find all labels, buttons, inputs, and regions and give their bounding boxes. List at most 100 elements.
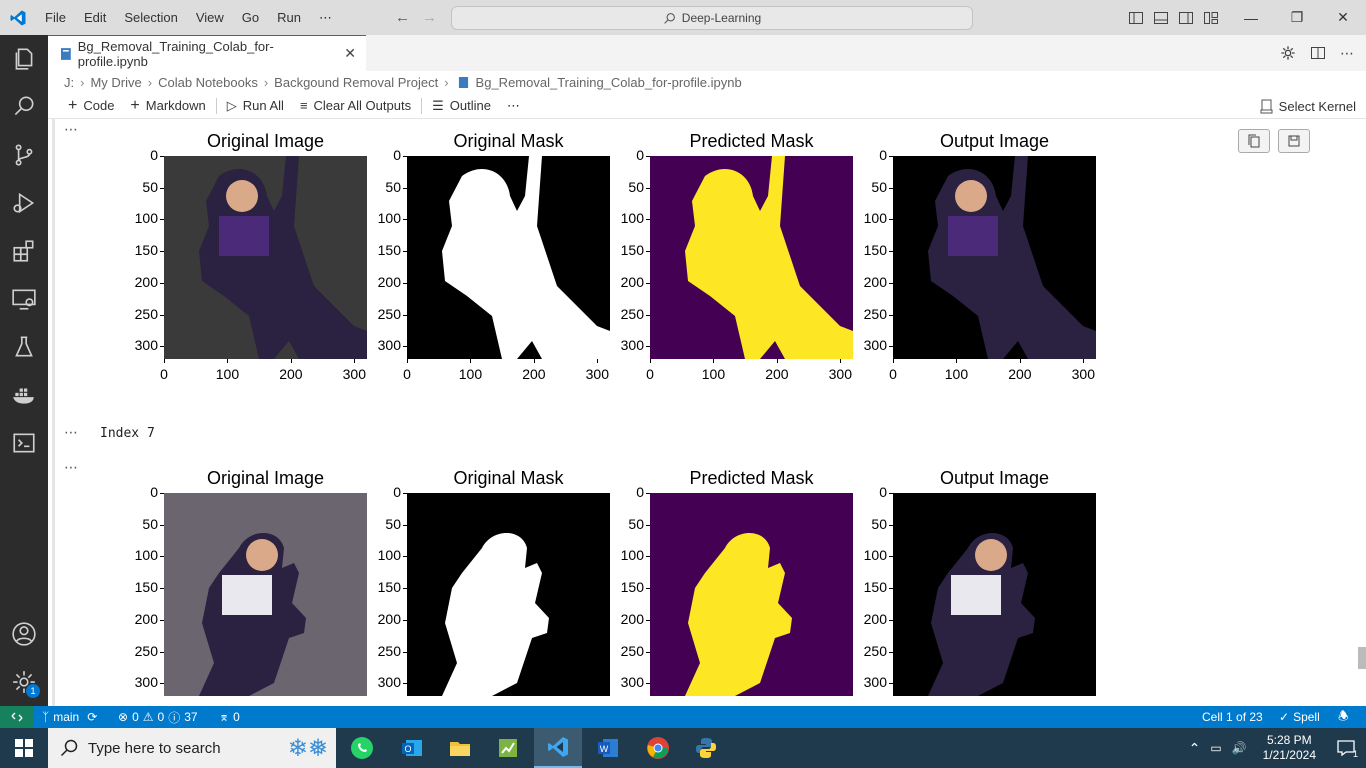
source-control-icon[interactable] (0, 131, 48, 179)
docker-icon[interactable] (0, 371, 48, 419)
toggle-panel-icon[interactable] (1153, 10, 1169, 26)
branch-status[interactable]: ᛉ main ⟳ (42, 706, 97, 728)
y-tick-mark (160, 282, 164, 284)
tab-close-icon[interactable]: ✕ (344, 45, 356, 62)
toggle-primary-sidebar-icon[interactable] (1128, 10, 1144, 26)
spell-status[interactable]: ✓ Spell (1279, 706, 1320, 728)
outlook-icon[interactable]: O (388, 728, 436, 768)
y-tick-mark (403, 651, 407, 653)
python-app-icon[interactable] (682, 728, 730, 768)
remote-indicator-icon[interactable] (0, 706, 34, 728)
notification-center-icon[interactable]: 1 (1326, 728, 1366, 768)
windows-start-icon[interactable] (0, 728, 48, 768)
y-tick-label: 100 (863, 210, 887, 227)
run-all-button[interactable]: ▷ Run All (219, 98, 292, 114)
subplot-title: Original Mask (453, 131, 564, 151)
y-tick-label: 100 (863, 547, 887, 564)
spreadsheet-app-icon[interactable] (484, 728, 532, 768)
notifications-bell-icon[interactable]: 🕭 (1338, 706, 1349, 728)
y-tick-label: 300 (377, 674, 401, 691)
cell-position[interactable]: Cell 1 of 23 (1202, 706, 1263, 728)
split-editor-icon[interactable] (1310, 45, 1326, 61)
output-ellipsis[interactable]: ⋯ (64, 424, 79, 441)
menu-more[interactable]: ⋯ (310, 0, 341, 35)
menu-selection[interactable]: Selection (115, 0, 186, 35)
search-icon[interactable] (0, 83, 48, 131)
back-arrow-icon[interactable]: ← (395, 9, 410, 26)
extensions-icon[interactable] (0, 227, 48, 275)
menu-run[interactable]: Run (268, 0, 310, 35)
problems-status[interactable]: ⊗ 0 ⚠ 0 ⓘ 37 (118, 706, 198, 728)
breadcrumb-mydrive[interactable]: My Drive (90, 75, 141, 90)
y-tick-label: 150 (620, 242, 644, 259)
manage-gear-icon[interactable]: 1 (0, 658, 48, 706)
warning-icon: ⚠ (142, 710, 154, 724)
battery-icon[interactable]: ▭ (1206, 741, 1225, 755)
command-center-search[interactable]: Deep-Learning (451, 6, 973, 30)
close-window-button[interactable]: ✕ (1320, 0, 1366, 35)
x-tick-mark (956, 359, 958, 363)
save-output-button[interactable] (1278, 129, 1310, 153)
output-ellipsis[interactable]: ⋯ (64, 459, 79, 476)
ports-status[interactable]: ⌆ 0 (219, 706, 240, 728)
x-tick-mark (227, 359, 229, 363)
y-tick-label: 50 (385, 515, 401, 532)
clear-all-outputs-button[interactable]: ≡ Clear All Outputs (292, 98, 419, 113)
restore-button[interactable]: ❐ (1274, 0, 1320, 35)
word-icon[interactable]: W (584, 728, 632, 768)
menu-go[interactable]: Go (233, 0, 268, 35)
remote-explorer-icon[interactable] (0, 275, 48, 323)
explorer-icon[interactable] (0, 35, 48, 83)
toolbar-more-button[interactable]: ⋯ (499, 98, 528, 114)
output-collapse-ellipsis[interactable]: ⋯ (64, 121, 79, 138)
outline-button[interactable]: ☰ Outline (424, 98, 499, 114)
terminal-icon[interactable] (0, 419, 48, 467)
chrome-icon[interactable] (634, 728, 682, 768)
select-kernel-button[interactable]: Select Kernel (1260, 93, 1356, 119)
toggle-secondary-sidebar-icon[interactable] (1178, 10, 1194, 26)
settings-gear-icon[interactable] (1280, 45, 1296, 61)
x-tick-label: 200 (1008, 366, 1032, 382)
volume-icon[interactable]: 🔊 (1226, 741, 1253, 755)
notebook-file-icon (60, 47, 71, 60)
minimize-button[interactable]: — (1228, 0, 1274, 35)
y-tick-mark (646, 493, 650, 494)
file-explorer-icon[interactable] (436, 728, 484, 768)
accounts-icon[interactable] (0, 610, 48, 658)
y-tick-label: 0 (879, 484, 887, 500)
add-code-cell-button[interactable]: + Code (60, 97, 122, 115)
add-markdown-cell-button[interactable]: + Markdown (122, 97, 213, 115)
y-tick-label: 100 (134, 547, 158, 564)
run-debug-icon[interactable] (0, 179, 48, 227)
y-tick-label: 0 (150, 484, 158, 500)
x-tick-label: 0 (403, 366, 411, 382)
x-tick-label: 100 (215, 366, 240, 382)
taskbar-search-box[interactable]: Type here to search ❄❅ (48, 728, 336, 768)
y-tick-label: 0 (636, 484, 644, 500)
clear-list-icon: ≡ (299, 98, 308, 113)
breadcrumb-file[interactable]: Bg_Removal_Training_Colab_for-profile.ip… (476, 75, 742, 90)
chevron-up-icon[interactable]: ⌃ (1183, 740, 1207, 757)
index-output-text: Index 7 (100, 426, 155, 441)
status-bar: ᛉ main ⟳ ⊗ 0 ⚠ 0 ⓘ 37 ⌆ 0 Cell 1 of 23 ✓ Spel… (0, 706, 1366, 728)
menu-file[interactable]: File (36, 0, 75, 35)
y-tick-label: 50 (628, 178, 644, 195)
forward-arrow-icon[interactable]: → (422, 9, 437, 26)
vscode-taskbar-icon[interactable] (534, 728, 582, 768)
copy-output-button[interactable] (1238, 129, 1270, 153)
customize-layout-icon[interactable] (1203, 10, 1219, 26)
menu-view[interactable]: View (187, 0, 233, 35)
y-tick-mark (403, 588, 407, 590)
breadcrumb-project[interactable]: Backgound Removal Project (274, 75, 438, 90)
menu-edit[interactable]: Edit (75, 0, 115, 35)
vertical-scrollbar[interactable] (1358, 647, 1366, 669)
breadcrumb-drive[interactable]: J: (64, 75, 74, 90)
clock[interactable]: 5:28 PM 1/21/2024 (1253, 733, 1326, 763)
plus-icon: + (68, 96, 78, 114)
breadcrumb-colab-notebooks[interactable]: Colab Notebooks (158, 75, 258, 90)
subplot-title: Output Image (939, 131, 1050, 151)
more-actions-icon[interactable]: ⋯ (1340, 45, 1354, 62)
tab-notebook[interactable]: Bg_Removal_Training_Colab_for-profile.ip… (48, 35, 366, 71)
whatsapp-icon[interactable] (338, 728, 386, 768)
testing-icon[interactable] (0, 323, 48, 371)
